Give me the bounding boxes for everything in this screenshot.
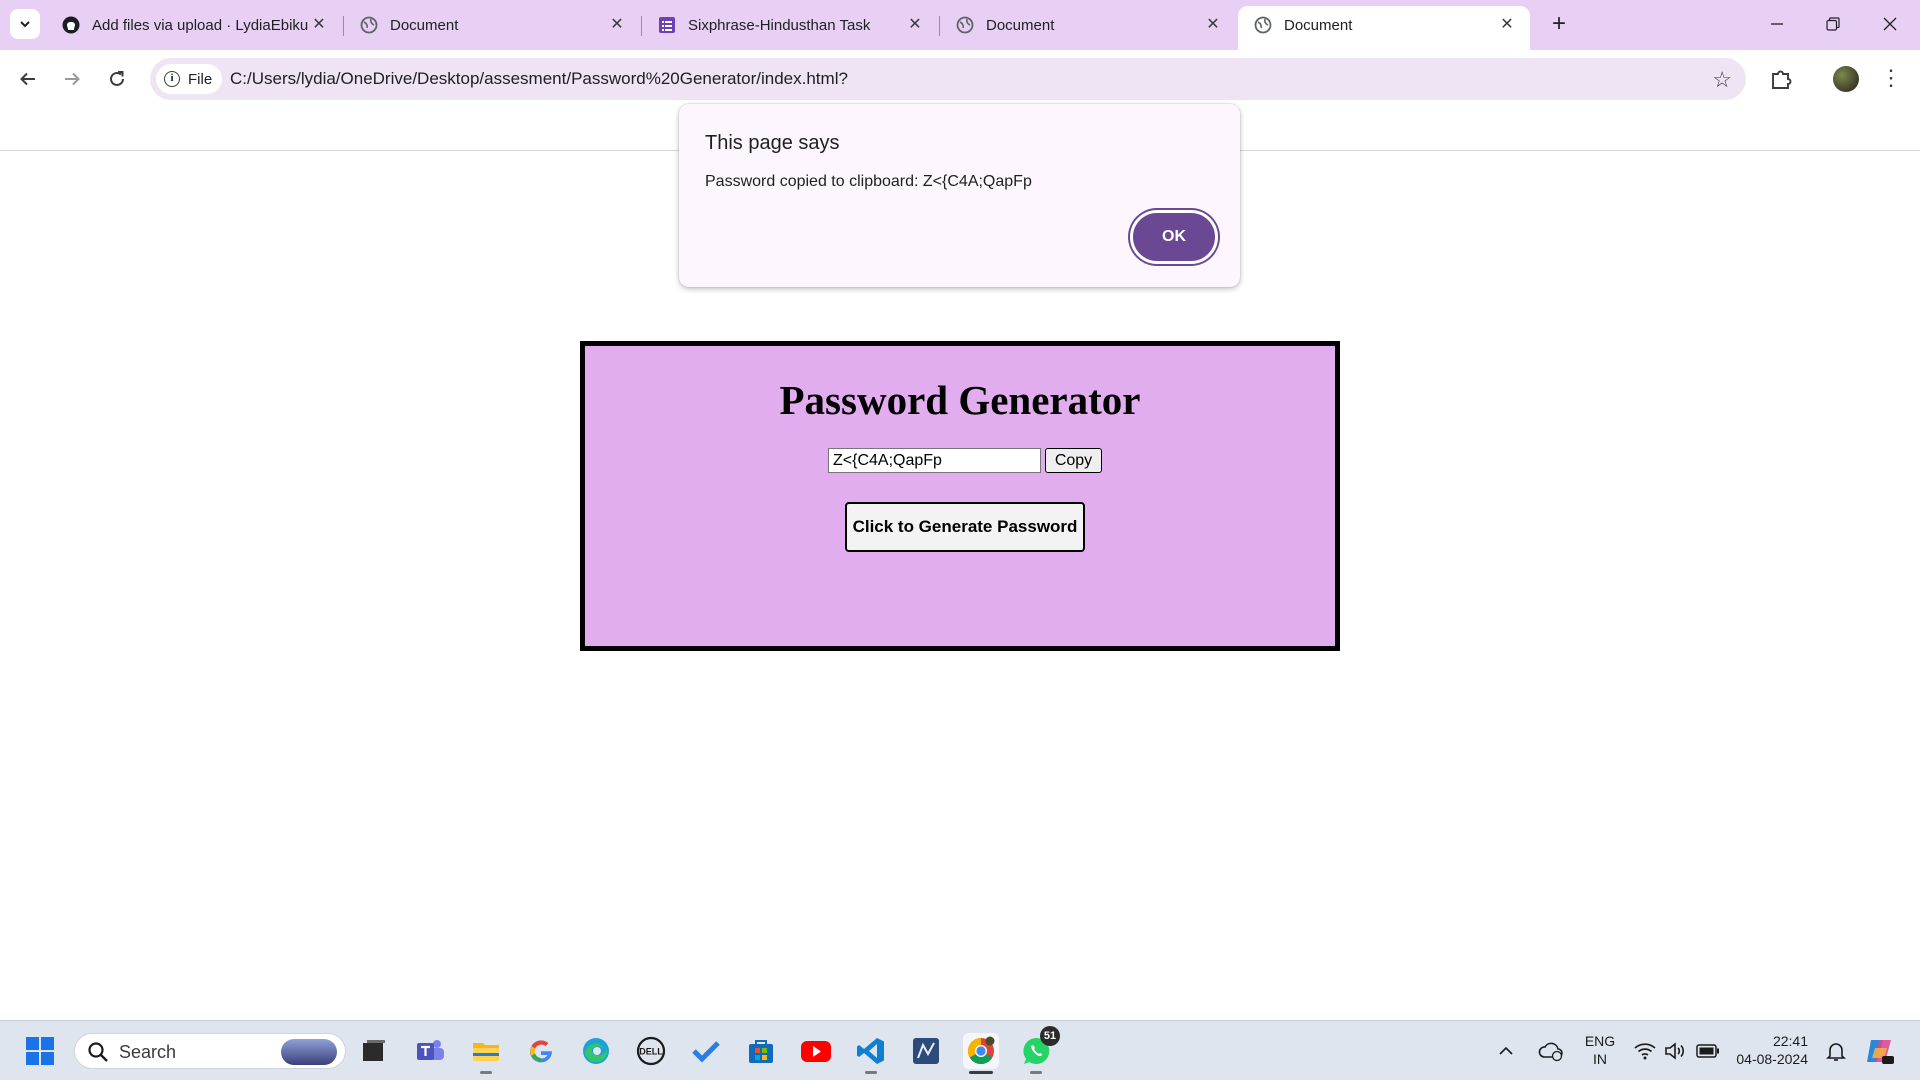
browser-menu-icon[interactable]: ⋮ <box>1880 63 1902 95</box>
profile-avatar[interactable] <box>1833 66 1859 92</box>
running-indicator <box>1030 1071 1042 1074</box>
notification-badge: 51 <box>1040 1026 1060 1046</box>
taskbar-search[interactable]: Search <box>74 1033 346 1069</box>
close-tab-icon[interactable]: ✕ <box>310 16 328 34</box>
tab-document-active[interactable]: Document ✕ <box>1238 6 1530 50</box>
clock-time: 22:41 <box>1772 1033 1808 1049</box>
todo-icon[interactable] <box>688 1033 724 1069</box>
taskbar: Search DELL 51 ENG IN 22:41 04-08-2024 <box>0 1020 1920 1080</box>
dialog-message: Password copied to clipboard: Z<{C4A;Qap… <box>705 173 1032 190</box>
teams-icon[interactable] <box>412 1033 448 1069</box>
close-tab-icon[interactable]: ✕ <box>1204 16 1222 34</box>
puzzle-icon <box>1772 70 1792 89</box>
minimize-button[interactable] <box>1754 6 1800 42</box>
language-line1: ENG <box>1584 1033 1616 1049</box>
close-window-button[interactable] <box>1867 6 1913 42</box>
bookmark-star-icon[interactable]: ☆ <box>1712 67 1732 93</box>
search-icon <box>88 1042 108 1062</box>
language-line2: IN <box>1593 1051 1607 1067</box>
active-indicator <box>969 1071 993 1074</box>
info-icon: i <box>164 71 180 87</box>
ok-button[interactable]: OK <box>1130 210 1218 264</box>
new-tab-button[interactable]: + <box>1544 10 1574 40</box>
reload-button[interactable] <box>101 63 133 95</box>
clock-date: 04-08-2024 <box>1736 1051 1808 1067</box>
page-title: Password Generator <box>779 377 1141 423</box>
restore-button[interactable] <box>1810 6 1856 42</box>
running-indicator <box>480 1071 492 1074</box>
start-button[interactable] <box>22 1033 58 1069</box>
form-icon <box>658 16 676 34</box>
close-tab-icon[interactable]: ✕ <box>906 16 924 34</box>
tab-github[interactable]: Add files via upload · LydiaEbiku ✕ <box>46 6 342 44</box>
chevron-down-icon <box>20 21 30 28</box>
tab-title: Add files via upload · LydiaEbiku <box>92 16 309 34</box>
language-indicator[interactable]: ENG IN <box>1578 1032 1622 1068</box>
notifications-icon[interactable] <box>1822 1033 1850 1069</box>
edge-icon[interactable] <box>578 1033 614 1069</box>
whatsapp-icon[interactable]: 51 <box>1018 1026 1060 1069</box>
back-arrow-icon <box>20 72 35 86</box>
generate-password-button[interactable]: Click to Generate Password <box>845 502 1085 552</box>
battery-icon[interactable] <box>1694 1033 1722 1069</box>
reload-icon <box>110 71 124 86</box>
address-bar[interactable]: i File C:/Users/lydia/OneDrive/Desktop/a… <box>150 58 1746 100</box>
password-generator-card: Password Generator Copy Click to Generat… <box>580 341 1340 651</box>
onedrive-sync-icon[interactable] <box>1536 1033 1566 1069</box>
forward-button[interactable] <box>56 63 88 95</box>
file-explorer-icon[interactable] <box>468 1033 504 1069</box>
tab-search-button[interactable] <box>10 9 40 39</box>
alert-dialog: This page says Password copied to clipbo… <box>679 104 1240 287</box>
tab-strip: Add files via upload · LydiaEbiku ✕ Docu… <box>0 0 1920 50</box>
tab-title: Document <box>986 16 1055 34</box>
copy-button[interactable]: Copy <box>1045 448 1102 473</box>
copilot-icon[interactable] <box>1862 1033 1898 1069</box>
tab-title: Sixphrase-Hindusthan Task <box>688 16 871 34</box>
store-icon[interactable] <box>743 1033 779 1069</box>
tab-sixphrase[interactable]: Sixphrase-Hindusthan Task ✕ <box>642 6 938 44</box>
youtube-icon[interactable] <box>798 1033 834 1069</box>
windows-icon <box>26 1037 54 1065</box>
close-icon <box>1883 17 1897 31</box>
volume-icon[interactable] <box>1662 1033 1688 1069</box>
chrome-icon[interactable] <box>963 1033 999 1069</box>
globe-icon <box>956 16 974 34</box>
close-tab-icon[interactable]: ✕ <box>608 16 626 34</box>
tab-title: Document <box>1284 16 1353 34</box>
wifi-icon[interactable] <box>1632 1033 1658 1069</box>
github-icon <box>62 16 80 34</box>
dell-icon[interactable]: DELL <box>633 1033 669 1069</box>
tab-document-1[interactable]: Document ✕ <box>344 6 640 44</box>
url-text[interactable]: C:/Users/lydia/OneDrive/Desktop/assesmen… <box>230 69 848 89</box>
back-button[interactable] <box>12 63 44 95</box>
app-icon[interactable] <box>908 1033 944 1069</box>
running-indicator <box>865 1071 877 1074</box>
tab-document-2[interactable]: Document ✕ <box>940 6 1236 44</box>
vscode-icon[interactable] <box>853 1033 889 1069</box>
svg-text:DELL: DELL <box>639 1047 663 1057</box>
search-placeholder: Search <box>119 1042 177 1062</box>
minimize-icon <box>1771 23 1783 25</box>
chevron-up-icon <box>1499 1046 1513 1055</box>
globe-icon <box>360 16 378 34</box>
google-icon[interactable] <box>523 1033 559 1069</box>
clock[interactable]: 22:41 04-08-2024 <box>1728 1032 1808 1068</box>
tab-title: Document <box>390 16 459 34</box>
password-field[interactable] <box>828 448 1041 473</box>
dialog-title: This page says <box>705 132 840 154</box>
extensions-button[interactable] <box>1765 63 1797 95</box>
globe-icon <box>1254 16 1272 34</box>
task-view-icon[interactable] <box>356 1033 392 1069</box>
forward-arrow-icon <box>65 72 80 86</box>
show-hidden-icons[interactable] <box>1494 1033 1518 1069</box>
close-tab-icon[interactable]: ✕ <box>1498 16 1516 34</box>
site-info-chip[interactable]: i File <box>156 64 223 94</box>
search-highlight-image <box>281 1039 337 1065</box>
file-chip-label: File <box>188 70 213 88</box>
restore-icon <box>1826 17 1840 31</box>
